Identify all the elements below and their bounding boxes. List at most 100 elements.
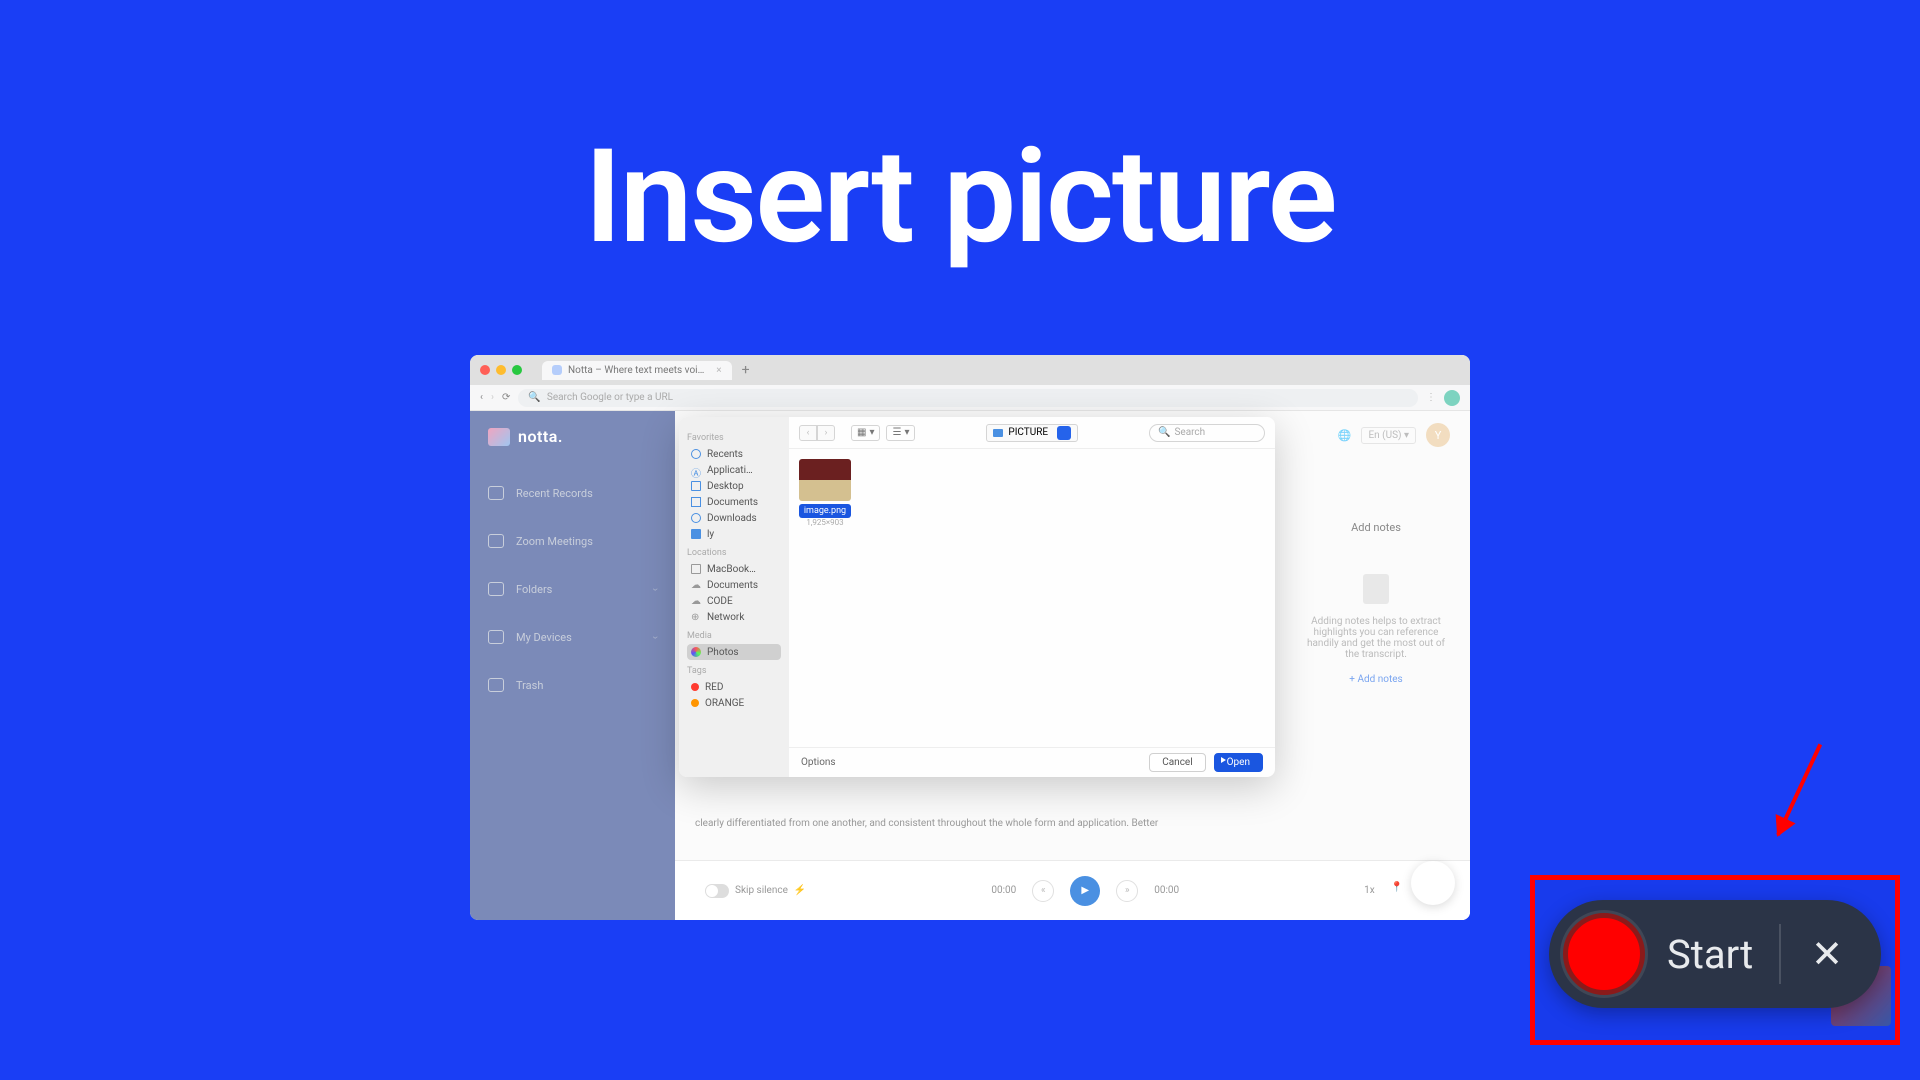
logo-icon: [488, 428, 510, 446]
dialog-search-input[interactable]: 🔍 Search: [1149, 424, 1265, 442]
speed-button[interactable]: 1x: [1364, 885, 1375, 896]
file-dimensions: 1,925×903: [799, 518, 851, 527]
tag-icon: [691, 683, 699, 691]
fav-documents[interactable]: Documents: [687, 494, 781, 510]
window-min-icon[interactable]: [496, 365, 506, 375]
dialog-back-button[interactable]: ‹: [799, 425, 817, 441]
section-locations: Locations: [687, 548, 781, 558]
fav-recents[interactable]: Recents: [687, 446, 781, 462]
profile-avatar[interactable]: [1444, 390, 1460, 406]
loc-code[interactable]: ☁CODE: [687, 593, 781, 609]
network-icon: ⊕: [691, 612, 701, 622]
app-sidebar: notta. Recent Records Zoom Meetings Fold…: [470, 411, 675, 920]
sidebar-item-zoom[interactable]: Zoom Meetings: [488, 524, 657, 558]
close-widget-button[interactable]: ✕: [1803, 932, 1851, 977]
view-icons-button[interactable]: ▦▾: [851, 425, 880, 441]
fav-downloads[interactable]: Downloads: [687, 510, 781, 526]
sidebar-item-recent[interactable]: Recent Records: [488, 476, 657, 510]
download-icon: [691, 513, 701, 523]
forward-button[interactable]: »: [1116, 880, 1138, 902]
tag-icon: [691, 699, 699, 707]
desktop-icon: [691, 481, 701, 491]
add-notes-link[interactable]: + Add notes: [1302, 674, 1450, 685]
video-icon: [488, 534, 504, 548]
list-icon: ☰: [892, 427, 901, 438]
tag-red[interactable]: RED: [687, 679, 781, 695]
transcript-text: clearly differentiated from one another,…: [695, 817, 1270, 830]
folder-icon: [993, 429, 1003, 437]
rewind-button[interactable]: «: [1032, 880, 1054, 902]
divider: [1779, 924, 1781, 984]
record-button[interactable]: [1563, 913, 1645, 995]
section-tags: Tags: [687, 666, 781, 676]
time-current: 00:00: [991, 885, 1016, 896]
clock-icon: [691, 449, 701, 459]
sidebar-item-trash[interactable]: Trash: [488, 668, 657, 702]
laptop-icon: [691, 564, 701, 574]
options-button[interactable]: Options: [801, 757, 836, 768]
highlight-frame: Start ✕: [1530, 875, 1900, 1045]
doc-icon: [691, 497, 701, 507]
skip-silence-toggle[interactable]: [705, 884, 729, 898]
close-tab-icon[interactable]: ×: [716, 365, 721, 376]
tag-orange[interactable]: ORANGE: [687, 695, 781, 711]
lightning-icon: ⚡: [794, 885, 806, 896]
tab-title: Notta – Where text meets voi…: [568, 365, 704, 376]
file-name: image.png: [799, 504, 851, 518]
page-title: Insert picture: [584, 120, 1335, 273]
address-bar[interactable]: 🔍 Search Google or type a URL: [518, 389, 1418, 407]
fav-applications[interactable]: ⒶApplicati…: [687, 462, 781, 478]
file-open-dialog: Favorites Recents ⒶApplicati… Desktop Do…: [679, 417, 1275, 777]
path-selector[interactable]: PICTURE: [986, 424, 1078, 442]
fav-ly[interactable]: ly: [687, 526, 781, 542]
apps-icon: Ⓐ: [691, 465, 701, 475]
window-close-icon[interactable]: [480, 365, 490, 375]
trash-icon: [488, 678, 504, 692]
section-favorites: Favorites: [687, 433, 781, 443]
pin-icon[interactable]: 📍: [1391, 882, 1403, 899]
media-photos[interactable]: Photos: [687, 644, 781, 660]
dropdown-icon: [1057, 426, 1071, 440]
nav-fwd-icon[interactable]: ›: [491, 392, 494, 403]
view-group-button[interactable]: ☰▾: [886, 425, 915, 441]
fav-desktop[interactable]: Desktop: [687, 478, 781, 494]
dialog-fwd-button[interactable]: ›: [817, 425, 835, 441]
browser-window: Notta – Where text meets voi… × + ‹ › ⟳ …: [470, 355, 1470, 920]
favicon-icon: [552, 365, 562, 375]
screen-record-widget: Start ✕: [1549, 900, 1881, 1008]
folder-icon: [488, 582, 504, 596]
open-button[interactable]: Open: [1214, 753, 1263, 772]
notes-header: Add notes: [1302, 521, 1450, 534]
reload-icon[interactable]: ⟳: [502, 392, 510, 403]
floating-action-button[interactable]: [1411, 861, 1455, 905]
loc-documents[interactable]: ☁Documents: [687, 577, 781, 593]
notes-placeholder-icon: [1363, 574, 1389, 604]
loc-macbook[interactable]: MacBook…: [687, 561, 781, 577]
notes-panel: Add notes Adding notes helps to extract …: [1302, 521, 1450, 685]
audio-player: Skip silence ⚡ 00:00 « ▶ » 00:00 1x 📍 🖻 …: [675, 860, 1470, 920]
window-max-icon[interactable]: [512, 365, 522, 375]
file-thumbnail: [799, 459, 851, 501]
search-icon: 🔍: [528, 392, 540, 403]
nav-back-icon[interactable]: ‹: [480, 392, 483, 403]
record-label: Start: [1667, 931, 1757, 978]
photos-icon: [691, 647, 701, 657]
file-item[interactable]: image.png 1,925×903: [799, 459, 851, 527]
new-tab-button[interactable]: +: [742, 362, 750, 378]
cancel-button[interactable]: Cancel: [1149, 753, 1205, 772]
section-media: Media: [687, 631, 781, 641]
cloud-icon: ☁: [691, 596, 701, 606]
sidebar-item-folders[interactable]: Folders: [488, 572, 657, 606]
browser-tab[interactable]: Notta – Where text meets voi… ×: [542, 361, 732, 380]
folder-icon: [691, 529, 701, 539]
sidebar-item-devices[interactable]: My Devices: [488, 620, 657, 654]
loc-network[interactable]: ⊕Network: [687, 609, 781, 625]
search-icon: 🔍: [1158, 427, 1170, 438]
devices-icon: [488, 630, 504, 644]
brand-logo[interactable]: notta.: [488, 427, 657, 446]
cursor-icon: [1221, 757, 1226, 763]
skip-silence-label: Skip silence: [735, 885, 788, 896]
time-total: 00:00: [1154, 885, 1179, 896]
play-button[interactable]: ▶: [1070, 876, 1100, 906]
main-panel: Recent Records / Record Detail 🌐 En (US)…: [675, 411, 1470, 920]
